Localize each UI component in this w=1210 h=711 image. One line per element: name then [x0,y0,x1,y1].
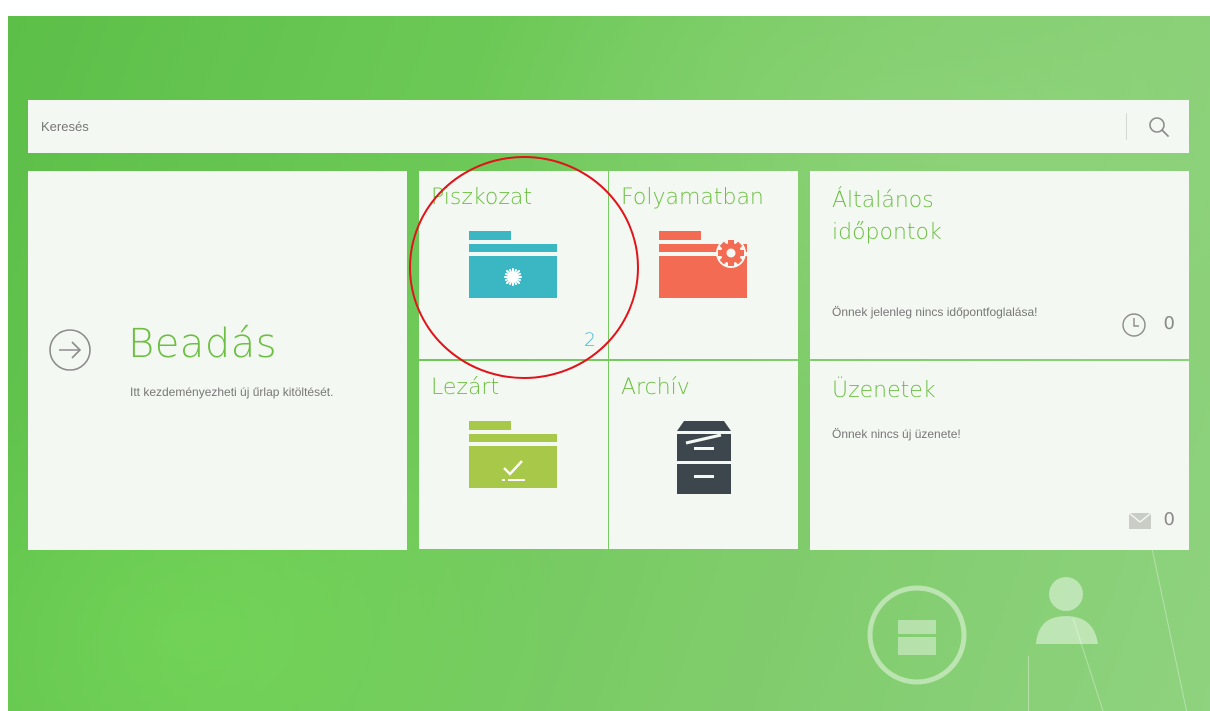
messages-tile-title: Üzenetek [832,378,936,403]
closed-tile[interactable]: Lezárt [419,361,608,549]
draft-tile[interactable]: Piszkozat 2 [419,171,608,359]
in-progress-tile[interactable]: Folyamatban [609,171,798,359]
search-icon [1149,116,1169,137]
draft-folder-icon [468,231,557,298]
search-input[interactable] [28,100,1126,153]
submit-tile-title: Beadás [128,321,278,367]
search-button[interactable] [1139,107,1179,147]
user-ghost-icon [1036,577,1098,644]
background: Beadás Itt kezdeményezheti új űrlap kitö… [8,16,1210,711]
search-bar [28,100,1189,153]
closed-tile-title: Lezárt [431,375,500,400]
in-progress-tile-title: Folyamatban [621,185,764,210]
closed-folder-icon [468,421,557,488]
submit-tile[interactable]: Beadás Itt kezdeményezheti új űrlap kitö… [28,171,407,550]
in-progress-folder-icon [658,231,747,298]
submit-tile-description: Itt kezdeményezheti új űrlap kitöltését. [130,385,334,399]
appointments-message: Önnek jelenleg nincs időpontfoglalása! [832,305,1038,319]
archive-tile-title: Archív [621,375,690,400]
envelope-icon [1129,513,1151,529]
appointments-tile[interactable]: Általános időpontok Önnek jelenleg nincs… [810,171,1189,359]
clock-icon [1122,313,1146,337]
arrow-circle-icon [49,329,91,371]
messages-count: 0 [1163,509,1175,530]
messages-message: Önnek nincs új üzenete! [832,427,961,441]
archive-tile[interactable]: Archív [609,361,798,549]
background-line [1028,656,1029,711]
background-line [1149,537,1188,711]
archive-ghost-icon [867,585,967,685]
draft-count: 2 [583,329,596,351]
messages-tile[interactable]: Üzenetek Önnek nincs új üzenete! 0 [810,361,1189,550]
archive-cabinet-icon [676,421,731,494]
appointments-tile-title: Általános időpontok [832,188,942,245]
draft-tile-title: Piszkozat [431,185,532,210]
appointments-count: 0 [1163,313,1175,334]
search-divider [1126,113,1127,140]
